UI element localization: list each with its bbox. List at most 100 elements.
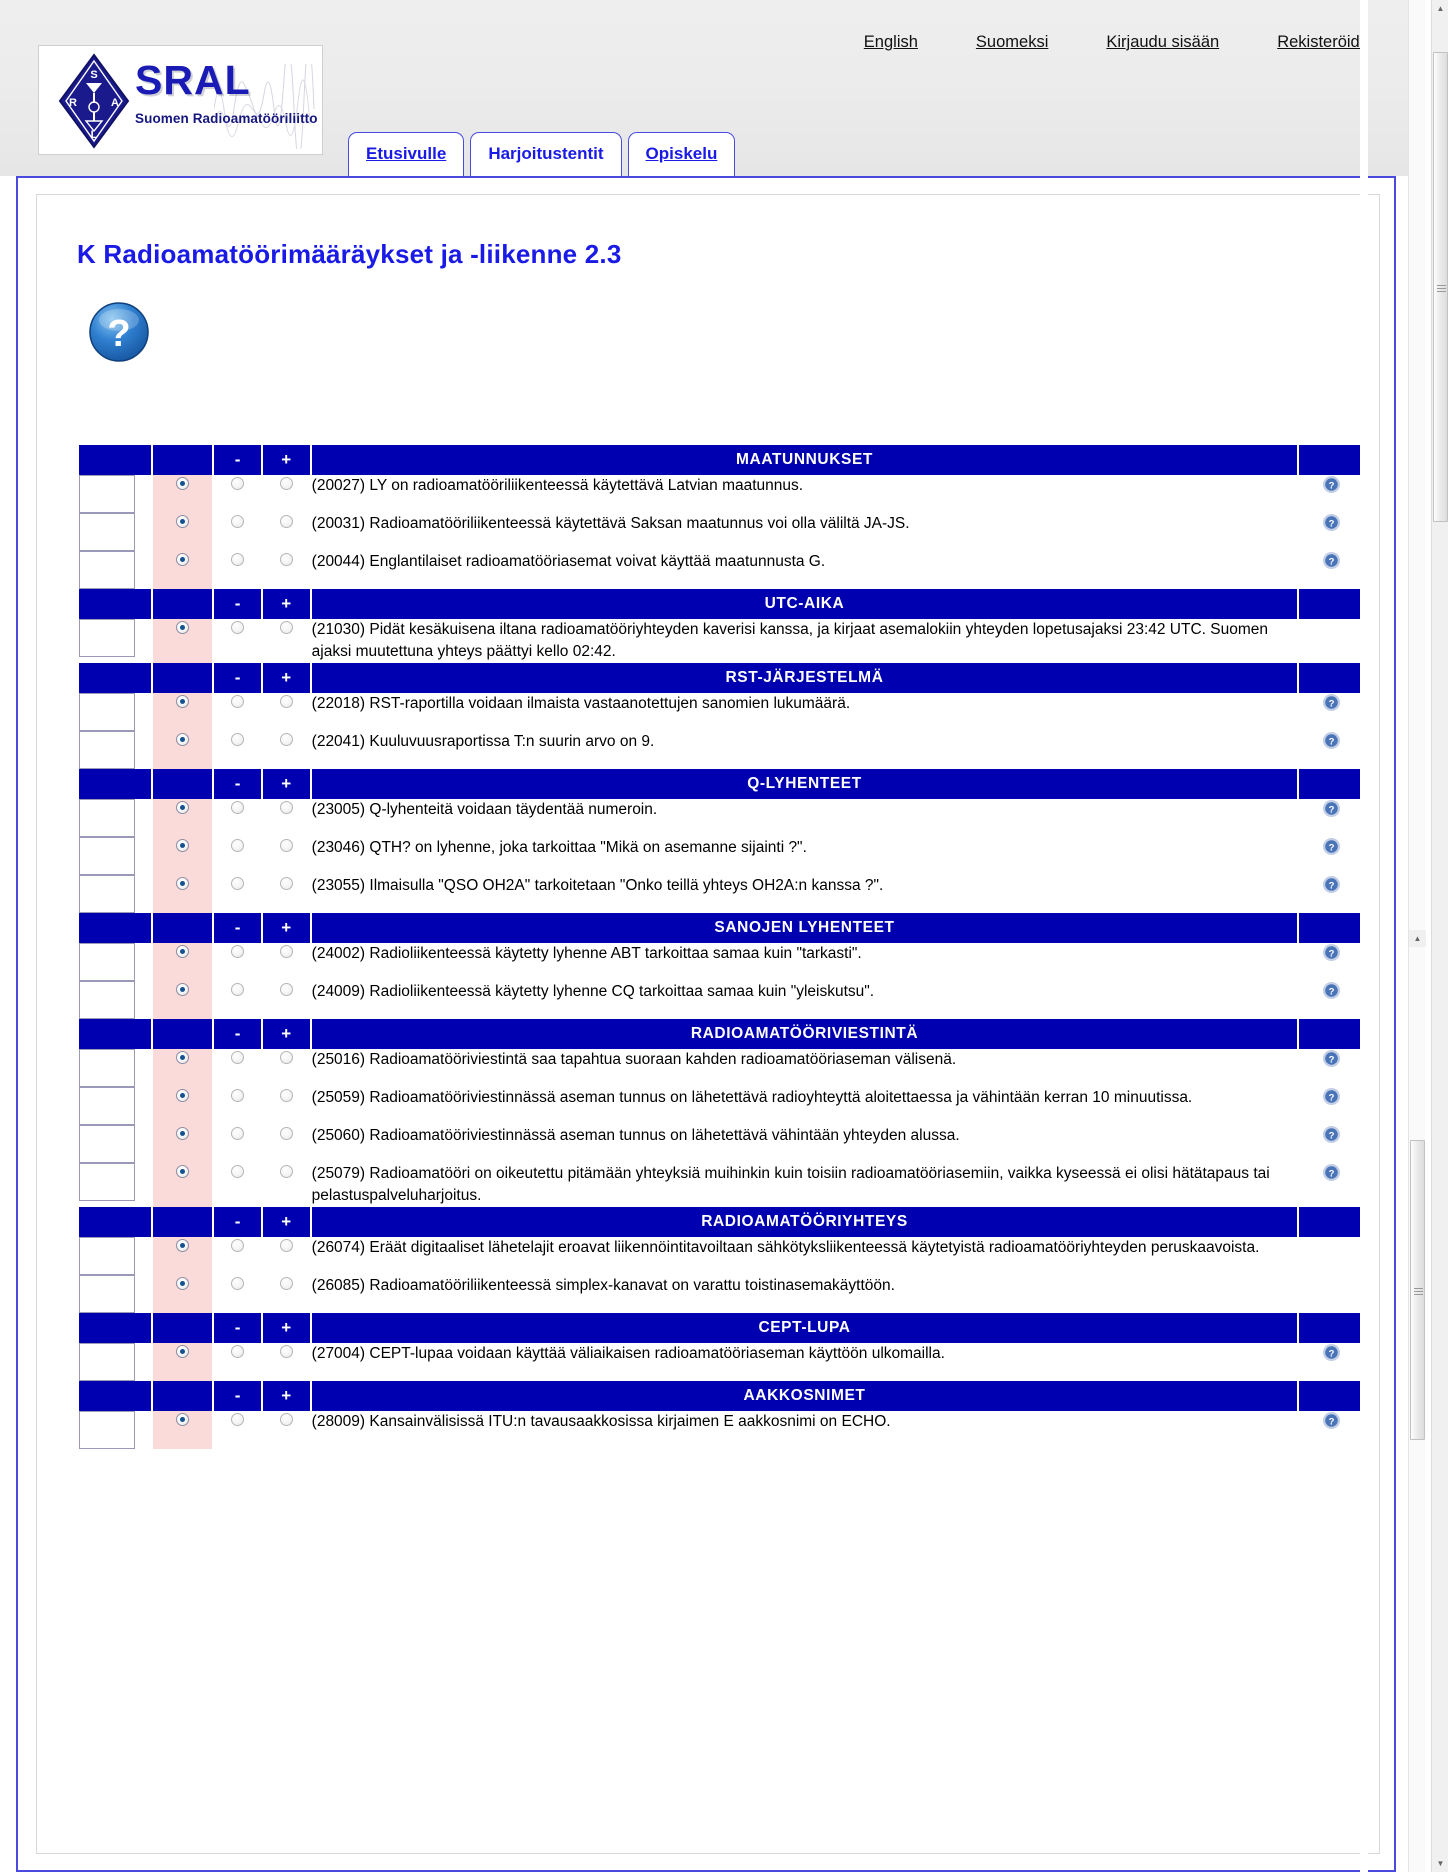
answer-input[interactable] xyxy=(79,837,135,875)
radio-cell-minus[interactable] xyxy=(214,475,262,513)
radio-option[interactable] xyxy=(231,553,245,567)
radio-cell-minus[interactable] xyxy=(214,981,262,1019)
radio-selected[interactable] xyxy=(176,695,190,709)
radio-cell-minus[interactable] xyxy=(214,619,262,663)
minus-column-header[interactable]: - xyxy=(214,589,262,619)
answer-input[interactable] xyxy=(79,1343,135,1381)
radio-option[interactable] xyxy=(279,1277,293,1291)
inner-scrollbar[interactable]: ▲ xyxy=(1408,0,1426,1872)
answer-input[interactable] xyxy=(79,513,135,551)
question-mark-icon[interactable]: ? xyxy=(1322,475,1341,494)
radio-cell-plus[interactable] xyxy=(263,1163,310,1207)
radio-option[interactable] xyxy=(231,621,245,635)
radio-cell-plus[interactable] xyxy=(263,619,310,663)
radio-selected[interactable] xyxy=(176,1165,190,1179)
radio-selected[interactable] xyxy=(176,1239,190,1253)
radio-cell-default[interactable] xyxy=(153,799,213,837)
radio-cell-default[interactable] xyxy=(153,693,213,731)
radio-cell-default[interactable] xyxy=(153,551,213,589)
radio-selected[interactable] xyxy=(176,1345,190,1359)
tab-opiskelu[interactable]: Opiskelu xyxy=(627,132,736,176)
minus-column-header[interactable]: - xyxy=(214,1207,262,1237)
register-link[interactable]: Rekisteröidy xyxy=(1277,33,1368,52)
radio-cell-default[interactable] xyxy=(153,1275,213,1313)
radio-selected[interactable] xyxy=(176,945,190,959)
question-mark-icon[interactable]: ? xyxy=(1322,1163,1341,1182)
question-mark-icon[interactable]: ? xyxy=(1322,943,1341,962)
answer-input[interactable] xyxy=(79,619,135,657)
question-help-cell[interactable]: ? xyxy=(1299,1125,1363,1163)
radio-selected[interactable] xyxy=(176,621,190,635)
plus-column-header[interactable]: + xyxy=(263,769,310,799)
answer-input[interactable] xyxy=(79,1049,135,1087)
radio-option[interactable] xyxy=(231,733,245,747)
answer-input[interactable] xyxy=(79,981,135,1019)
plus-column-header[interactable]: + xyxy=(263,913,310,943)
radio-cell-minus[interactable] xyxy=(214,1125,262,1163)
question-mark-icon[interactable]: ? xyxy=(1322,731,1341,750)
radio-cell-minus[interactable] xyxy=(214,1343,262,1381)
question-help-cell[interactable] xyxy=(1299,1237,1363,1275)
question-mark-icon[interactable]: ? xyxy=(1322,1125,1341,1144)
radio-selected[interactable] xyxy=(176,1127,190,1141)
radio-cell-plus[interactable] xyxy=(263,1087,310,1125)
radio-cell-plus[interactable] xyxy=(263,875,310,913)
question-mark-icon[interactable]: ? xyxy=(1322,875,1341,894)
answer-input[interactable] xyxy=(79,799,135,837)
radio-option[interactable] xyxy=(231,1413,245,1427)
plus-column-header[interactable]: + xyxy=(263,1381,310,1411)
radio-selected[interactable] xyxy=(176,1413,190,1427)
radio-selected[interactable] xyxy=(176,733,190,747)
radio-cell-minus[interactable] xyxy=(214,799,262,837)
answer-input[interactable] xyxy=(79,943,135,981)
answer-input[interactable] xyxy=(79,1087,135,1125)
radio-cell-plus[interactable] xyxy=(263,1275,310,1313)
radio-cell-minus[interactable] xyxy=(214,1087,262,1125)
radio-cell-minus[interactable] xyxy=(214,1049,262,1087)
question-mark-icon[interactable]: ? xyxy=(1322,551,1341,570)
english-link[interactable]: English xyxy=(864,33,918,52)
radio-cell-minus[interactable] xyxy=(214,837,262,875)
minus-column-header[interactable]: - xyxy=(214,663,262,693)
scrollbar-down-arrow[interactable]: ▼ xyxy=(1432,1855,1448,1872)
inner-scrollbar-up-arrow[interactable]: ▲ xyxy=(1409,930,1426,947)
radio-option[interactable] xyxy=(279,945,293,959)
login-link[interactable]: Kirjaudu sisään xyxy=(1106,33,1219,52)
answer-input[interactable] xyxy=(79,551,135,589)
radio-cell-default[interactable] xyxy=(153,619,213,663)
radio-cell-default[interactable] xyxy=(153,475,213,513)
radio-selected[interactable] xyxy=(176,801,190,815)
radio-cell-default[interactable] xyxy=(153,1343,213,1381)
radio-option[interactable] xyxy=(231,1345,245,1359)
radio-cell-minus[interactable] xyxy=(214,1163,262,1207)
answer-input[interactable] xyxy=(79,475,135,513)
minus-column-header[interactable]: - xyxy=(214,769,262,799)
question-mark-icon[interactable]: ? xyxy=(1322,693,1341,712)
sral-logo[interactable]: S R A L SRAL Suomen Radioamatööriliitto … xyxy=(38,45,323,155)
radio-selected[interactable] xyxy=(176,983,190,997)
radio-cell-plus[interactable] xyxy=(263,1237,310,1275)
radio-cell-default[interactable] xyxy=(153,875,213,913)
radio-option[interactable] xyxy=(279,839,293,853)
radio-cell-minus[interactable] xyxy=(214,693,262,731)
radio-selected[interactable] xyxy=(176,839,190,853)
question-mark-icon[interactable]: ? xyxy=(1322,799,1341,818)
answer-input[interactable] xyxy=(79,875,135,913)
radio-cell-default[interactable] xyxy=(153,731,213,769)
radio-selected[interactable] xyxy=(176,515,190,529)
radio-cell-plus[interactable] xyxy=(263,1125,310,1163)
question-help-cell[interactable]: ? xyxy=(1299,799,1363,837)
radio-cell-default[interactable] xyxy=(153,1411,213,1449)
radio-option[interactable] xyxy=(279,477,293,491)
question-mark-icon[interactable]: ? xyxy=(1322,837,1341,856)
question-help-cell[interactable]: ? xyxy=(1299,513,1363,551)
radio-option[interactable] xyxy=(279,1413,293,1427)
question-mark-icon[interactable]: ? xyxy=(1322,1343,1341,1362)
radio-cell-plus[interactable] xyxy=(263,1049,310,1087)
radio-cell-minus[interactable] xyxy=(214,513,262,551)
radio-option[interactable] xyxy=(231,1051,245,1065)
question-help-cell[interactable]: ? xyxy=(1299,731,1363,769)
radio-selected[interactable] xyxy=(176,1051,190,1065)
answer-input[interactable] xyxy=(79,1125,135,1163)
minus-column-header[interactable]: - xyxy=(214,913,262,943)
